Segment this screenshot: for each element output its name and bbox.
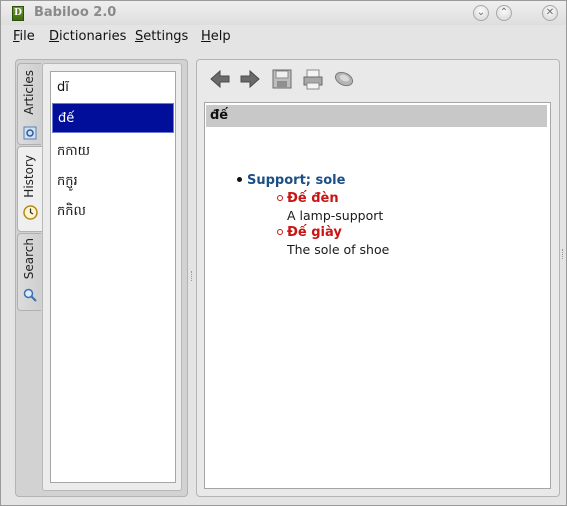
back-arrow-icon xyxy=(210,69,230,89)
save-icon xyxy=(272,69,292,89)
close-button[interactable]: ✕ xyxy=(542,5,558,21)
list-item[interactable]: កកិល xyxy=(52,197,174,227)
maximize-button[interactable]: ⌃ xyxy=(496,5,512,21)
speak-button[interactable] xyxy=(332,67,356,91)
sense-entry: Support; sole xyxy=(237,173,345,188)
search-icon xyxy=(23,288,37,302)
chevron-down-icon: ⌄ xyxy=(476,7,486,18)
bullet-icon xyxy=(237,177,242,182)
print-icon xyxy=(303,69,323,90)
menu-file[interactable]: File xyxy=(12,28,36,45)
example-phrase: Đế đèn xyxy=(287,191,339,206)
history-word-list[interactable]: dĩ đế កកាយ កក្ញូរ កកិល xyxy=(50,71,176,483)
tab-articles-label: Articles xyxy=(22,70,36,115)
tab-history-label: History xyxy=(22,155,36,198)
panel-splitter[interactable] xyxy=(191,271,194,281)
tab-search[interactable]: Search xyxy=(17,233,41,311)
speak-icon xyxy=(334,71,354,87)
app-logo-icon: D xyxy=(12,6,24,21)
menu-dictionaries[interactable]: Dictionaries xyxy=(48,28,127,45)
list-item[interactable]: dĩ xyxy=(52,73,174,103)
back-button[interactable] xyxy=(208,67,232,91)
list-item[interactable]: កកាយ xyxy=(52,137,174,167)
articles-icon xyxy=(23,126,37,140)
forward-button[interactable] xyxy=(238,67,262,91)
chevron-up-icon: ⌃ xyxy=(499,7,509,18)
example-translation: A lamp-support xyxy=(287,208,384,223)
tab-history[interactable]: History xyxy=(17,146,43,232)
right-edge-grip[interactable] xyxy=(562,249,565,259)
close-icon: ✕ xyxy=(545,7,555,18)
window-title: Babiloo 2.0 xyxy=(34,5,117,20)
title-bar[interactable]: D Babiloo 2.0 ⌄ ⌃ ✕ xyxy=(1,1,566,25)
ring-bullet-icon xyxy=(277,228,283,235)
ring-bullet-icon xyxy=(277,194,283,201)
article-view[interactable] xyxy=(204,102,551,489)
forward-arrow-icon xyxy=(240,69,260,89)
menu-bar: File Dictionaries Settings Help xyxy=(1,26,566,48)
example-translation: The sole of shoe xyxy=(287,242,390,257)
list-item-selected[interactable]: đế xyxy=(52,103,174,133)
side-tab-bar: Articles History Search xyxy=(17,63,43,313)
example-entry: Đế đèn A lamp-support xyxy=(277,191,383,223)
article-headword: đế xyxy=(206,105,547,127)
print-button[interactable] xyxy=(301,67,325,91)
list-item[interactable]: កក្ញូរ xyxy=(52,167,174,197)
menu-help[interactable]: Help xyxy=(200,28,232,45)
example-entry: Đế giày The sole of shoe xyxy=(277,225,389,257)
save-button[interactable] xyxy=(270,67,294,91)
tab-articles[interactable]: Articles xyxy=(17,63,41,145)
menu-settings[interactable]: Settings xyxy=(134,28,189,45)
tab-search-label: Search xyxy=(22,238,36,280)
app-window: D Babiloo 2.0 ⌄ ⌃ ✕ File Dictionaries Se… xyxy=(0,0,567,506)
minimize-button[interactable]: ⌄ xyxy=(473,5,489,21)
clock-icon xyxy=(23,205,38,220)
sense-text: Support; sole xyxy=(247,173,346,188)
definition-block: Support; sole Đế đèn A lamp-support Đế g… xyxy=(237,173,389,257)
example-phrase: Đế giày xyxy=(287,225,342,240)
